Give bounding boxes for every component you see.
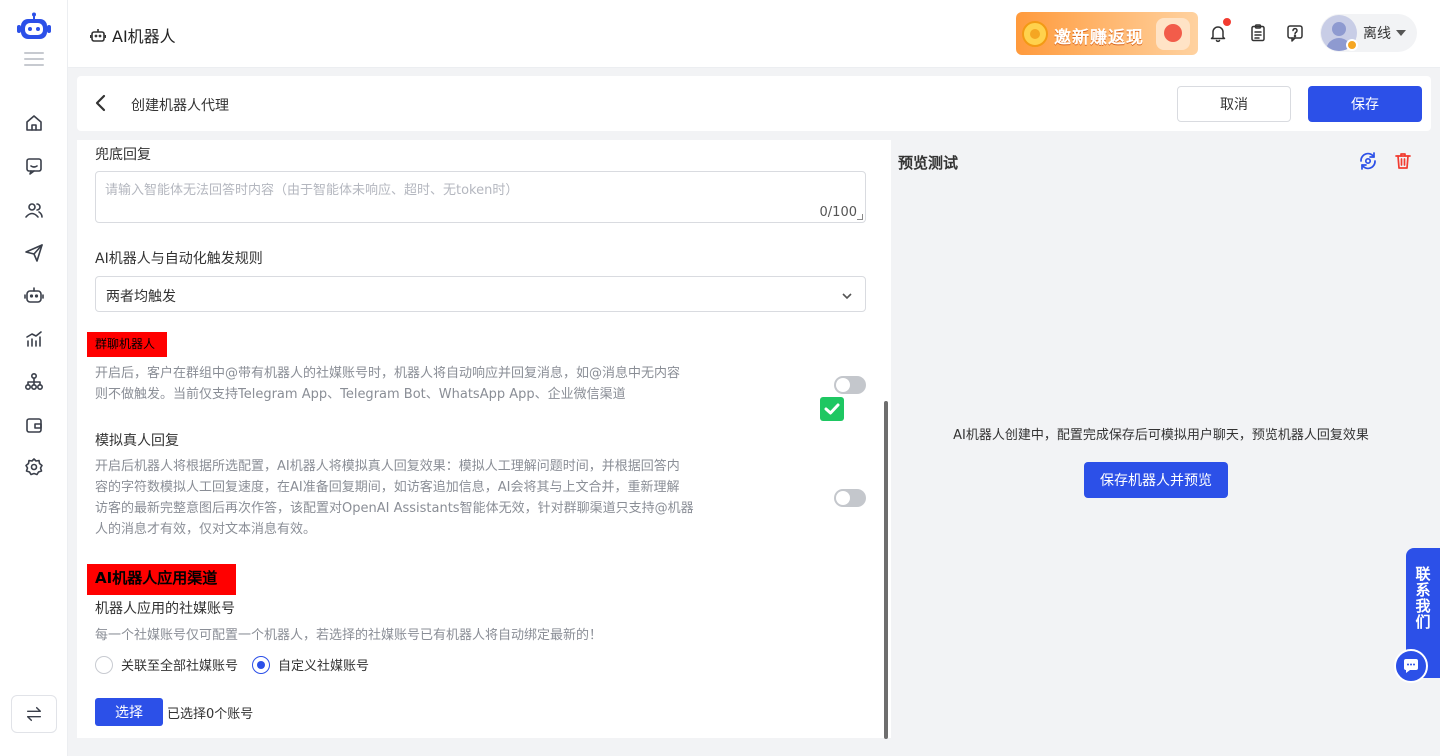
group-bot-toggle[interactable]	[834, 376, 866, 394]
nav-home-icon[interactable]	[0, 109, 68, 137]
notification-bell-icon[interactable]	[1207, 16, 1233, 44]
refresh-settings-icon[interactable]	[1357, 150, 1379, 172]
fallback-reply-label: 兜底回复	[95, 147, 151, 163]
nav-contacts-icon[interactable]	[0, 196, 68, 224]
simulate-human-description: 开启后机器人将根据所选配置，AI机器人将模拟真人回复效果：模拟人工理解问题时间，…	[95, 456, 713, 540]
nav-wallet-icon[interactable]	[0, 411, 68, 439]
page-header-title: AI机器人	[90, 23, 176, 47]
breadcrumb: 创建机器人代理	[131, 98, 229, 114]
simulate-desc-line: 开启后机器人将根据所选配置，AI机器人将模拟真人回复效果：模拟人工理解问题时间，…	[95, 459, 680, 474]
switch-view-button[interactable]	[11, 695, 57, 733]
save-button[interactable]: 保存	[1308, 86, 1422, 122]
resize-handle-icon[interactable]	[857, 214, 863, 220]
fallback-reply-textarea[interactable]: 请输入智能体无法回答时内容（由于智能体未响应、超时、无token时） 0/100	[95, 171, 866, 223]
simulate-human-toggle[interactable]	[834, 489, 866, 507]
preview-panel: 预览测试 AI机器人创建中，配置完成保存后可模拟用户聊天，预览机器人回复效果 保…	[891, 140, 1431, 738]
trigger-rule-label: AI机器人与自动化触发规则	[95, 251, 263, 267]
notification-badge	[1221, 16, 1233, 28]
cancel-button[interactable]: 取消	[1177, 86, 1291, 122]
menu-toggle-icon[interactable]	[24, 52, 44, 68]
nav-settings-icon[interactable]	[0, 453, 68, 481]
subheader-bar: 创建机器人代理 取消 保存	[77, 76, 1431, 131]
choose-accounts-button[interactable]: 选择	[95, 698, 163, 726]
social-accounts-label: 机器人应用的社媒账号	[95, 601, 235, 617]
trash-icon[interactable]	[1392, 150, 1414, 172]
trigger-rule-value: 两者均触发	[106, 289, 176, 305]
radio-all-accounts[interactable]	[95, 655, 113, 674]
simulate-desc-line: 访客的最新完整意图后再次作答，该配置对OpenAI Assistants智能体无…	[95, 501, 694, 516]
radio-all-accounts-label: 关联至全部社媒账号	[121, 659, 239, 674]
simulate-desc-line: 容的字符数模拟人工回复速度，在AI准备回复期间，如访客追加信息，AI会将其与上文…	[95, 480, 680, 495]
group-bot-heading: 群聊机器人	[87, 332, 167, 357]
radio-custom-accounts-label: 自定义社媒账号	[278, 659, 370, 674]
caret-down-icon	[1396, 30, 1406, 36]
chevron-down-icon	[841, 287, 853, 300]
nav-chat-icon[interactable]	[0, 152, 68, 180]
robot-icon	[90, 29, 106, 42]
clipboard-icon[interactable]	[1247, 22, 1269, 44]
invite-promo-banner[interactable]: 邀新赚返现	[1016, 12, 1198, 55]
check-icon	[820, 397, 844, 421]
fallback-placeholder: 请输入智能体无法回答时内容（由于智能体未响应、超时、无token时）	[105, 183, 519, 198]
group-bot-desc-line: 开启后，客户在群组中@带有机器人的社媒账号时，机器人将自动响应并回复消息，如@消…	[95, 366, 681, 381]
preview-title: 预览测试	[898, 154, 959, 172]
selected-count-text: 已选择0个账号	[167, 707, 254, 722]
left-sidebar	[0, 0, 68, 756]
gift-icon	[1156, 18, 1190, 50]
nav-send-icon[interactable]	[0, 239, 68, 267]
nav-analytics-icon[interactable]	[0, 325, 68, 353]
simulate-human-label: 模拟真人回复	[95, 433, 179, 449]
robot-logo-icon[interactable]	[17, 12, 51, 42]
form-scrollbar[interactable]	[884, 401, 888, 739]
help-icon[interactable]	[1284, 22, 1306, 44]
nav-robot-icon[interactable]	[0, 281, 68, 309]
user-status-label: 离线	[1363, 26, 1391, 42]
preview-hint: AI机器人创建中，配置完成保存后可模拟用户聊天，预览机器人回复效果	[953, 428, 1369, 443]
simulate-desc-line: 人的消息才有效，仅对文本消息有效。	[95, 522, 317, 537]
save-and-preview-button[interactable]: 保存机器人并预览	[1084, 462, 1228, 498]
group-bot-description: 开启后，客户在群组中@带有机器人的社媒账号时，机器人将自动响应并回复消息，如@消…	[95, 363, 713, 405]
group-bot-desc-line: 则不做触发。当前仅支持Telegram App、Telegram Bot、Wha…	[95, 387, 626, 402]
chat-bubble-icon[interactable]	[1394, 649, 1428, 683]
channels-section-title: AI机器人应用渠道	[87, 564, 236, 595]
social-accounts-description: 每一个社媒账号仅可配置一个机器人，若选择的社媒账号已有机器人将自动绑定最新的！	[95, 628, 603, 643]
char-counter: 0/100	[819, 205, 857, 220]
radio-custom-accounts[interactable]	[252, 655, 271, 674]
top-header: AI机器人 邀新赚返现 离线	[68, 0, 1440, 68]
coin-icon	[1022, 21, 1048, 47]
header-title-text: AI机器人	[112, 27, 176, 46]
promo-text: 邀新赚返现	[1054, 28, 1144, 48]
trigger-rule-select[interactable]: 两者均触发	[95, 276, 866, 312]
bot-config-form: 兜底回复 请输入智能体无法回答时内容（由于智能体未响应、超时、无token时） …	[77, 140, 891, 738]
user-menu[interactable]: 离线	[1320, 14, 1417, 52]
nav-org-icon[interactable]	[0, 368, 68, 396]
account-scope-radio-group: 关联至全部社媒账号 自定义社媒账号	[95, 655, 369, 674]
back-arrow-icon[interactable]	[91, 93, 111, 113]
status-dot	[1346, 39, 1358, 51]
